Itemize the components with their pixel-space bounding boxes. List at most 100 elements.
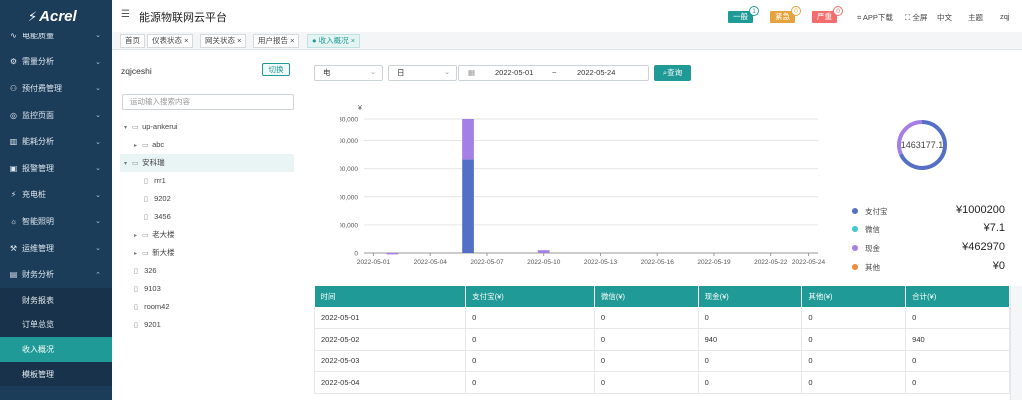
sidebar-subitem-finance-report[interactable]: 财务报表 [0, 287, 112, 313]
column-header: 支付宝(¥) [465, 286, 595, 307]
sidebar-item-charging[interactable]: ⚡ 充电桩 ⌄ [0, 182, 112, 209]
system-title: 能源物联网云平台 [139, 12, 227, 24]
close-icon[interactable]: × [184, 36, 188, 45]
period-select[interactable]: 日 ⌄ [388, 65, 457, 81]
chevron-down-icon[interactable]: ▾ [124, 155, 132, 173]
menu-toggle-icon[interactable]: ☰ [121, 9, 130, 20]
y-tick-label: 1,200,000 [340, 138, 358, 145]
alarm-severe-button[interactable]: 严重 0 [812, 6, 843, 23]
tree-node[interactable]: ▯ 9201 [134, 316, 161, 334]
sidebar-item-demand[interactable]: ⚙ 需量分析 ⌄ [0, 49, 112, 76]
sidebar-subitem-template[interactable]: 模板管理 [0, 361, 112, 387]
app-download-link[interactable]: ⌗ APP下载 [857, 12, 893, 23]
qrcode-icon: ⌗ [857, 13, 862, 22]
start-date-input[interactable]: 2022-05-01 [495, 66, 533, 80]
tab-gateway-status[interactable]: 网关状态 × [200, 34, 247, 48]
sidebar-item-energy[interactable]: ▥ 能耗分析 ⌄ [0, 128, 112, 155]
tree-node[interactable]: ▯ 9202 [144, 190, 171, 208]
tree-node-selected[interactable]: ▾ ▭ 安科瑞 [120, 154, 294, 172]
table-cell: 0 [465, 350, 595, 372]
tree-node[interactable]: ▸ ▭ 新大楼 [134, 244, 175, 262]
tab-income-overview[interactable]: ● 收入概况 × [307, 34, 361, 48]
alarm-normal-count: 1 [749, 6, 759, 16]
switch-button[interactable]: 切换 [262, 63, 290, 76]
tree-node[interactable]: ▾ ▭ up-ankerui [124, 118, 178, 136]
fullscreen-label: 全屏 [912, 13, 928, 22]
tab-label: 网关状态 [205, 36, 235, 45]
sidebar-item-finance[interactable]: ▤ 财务分析 ⌃ [0, 261, 112, 288]
sidebar-subitem-income-overview[interactable]: 收入概况 [0, 337, 112, 362]
bar-segment[interactable] [386, 252, 399, 255]
fullscreen-button[interactable]: ⛶ 全屏 [905, 12, 927, 23]
sidebar-item-lighting[interactable]: ☼ 智能照明 ⌄ [0, 208, 112, 235]
tree-search-input[interactable]: 运动输入搜索内容 [122, 94, 294, 110]
sidebar-menu: ∿ 电能质量 ⌄ ⚙ 需量分析 ⌄ ⚇ 预付费管理 ⌄ ◎ 监控页面 ⌄ ▥ 能耗分析 ⌄ ▣ 报警管… [0, 22, 112, 387]
alarm-normal-button[interactable]: 一般 1 [728, 6, 759, 23]
tab-user-report[interactable]: 用户报告 × [253, 34, 300, 48]
table-row: 2022-05-02 0 0 940 0 940 [313, 328, 1010, 351]
tree-node[interactable]: ▯ 326 [134, 262, 157, 280]
tree-node[interactable]: ▯ room42 [134, 298, 170, 316]
energy-type-select[interactable]: 电 ⌄ [314, 65, 383, 81]
table-scrollbar[interactable] [1010, 286, 1022, 400]
table-cell: 0 [698, 350, 803, 372]
alarm-urgent-count: 0 [791, 6, 801, 16]
table-cell: 2022-05-02 [313, 328, 467, 351]
sidebar-item-alarm[interactable]: ▣ 报警管理 ⌄ [0, 155, 112, 182]
bar-segment[interactable] [462, 119, 474, 160]
tree-node[interactable]: ▯ rrr1 [144, 172, 166, 190]
tree-node-label: 326 [144, 266, 157, 275]
chevron-right-icon[interactable]: ▸ [134, 137, 142, 155]
sidebar-item-monitor[interactable]: ◎ 监控页面 ⌄ [0, 102, 112, 129]
tree-node[interactable]: ▯ 3456 [144, 208, 171, 226]
alarm-urgent-button[interactable]: 紧急 0 [770, 6, 801, 23]
end-date-input[interactable]: 2022-05-24 [577, 66, 615, 80]
legend-value: ¥462970 [962, 241, 1005, 253]
tab-meter-status[interactable]: 仪表状态 × [147, 34, 194, 48]
table-cell: 2022-05-04 [313, 371, 467, 394]
sidebar-item-label: 充电桩 [22, 190, 46, 200]
meter-icon: ▯ [144, 196, 148, 203]
bar-segment[interactable] [462, 159, 474, 253]
x-tick-label: 2022-05-16 [641, 259, 675, 266]
column-header: 其他(¥) [801, 286, 907, 307]
x-tick-label: 2022-05-04 [414, 259, 448, 266]
user-menu[interactable]: zqj [1000, 12, 1010, 21]
table-cell: 0 [801, 328, 907, 351]
sidebar-subitem-order-overview[interactable]: 订单总览 [0, 312, 112, 338]
tool-icon: ⚒ [9, 243, 18, 253]
chevron-down-icon: ⌄ [95, 112, 101, 120]
date-range-picker[interactable]: ▦ 2022-05-01 ~ 2022-05-24 [458, 65, 649, 81]
app-root: ∿ 电能质量 ⌄ ⚙ 需量分析 ⌄ ⚇ 预付费管理 ⌄ ◎ 监控页面 ⌄ ▥ 能耗分析 ⌄ ▣ 报警管… [0, 0, 1022, 400]
bar-segment[interactable] [537, 250, 550, 253]
date-separator: ~ [552, 68, 557, 77]
tree-node[interactable]: ▸ ▭ abc [134, 136, 164, 154]
table-cell: 0 [465, 307, 595, 329]
tab-bar: 首页 仪表状态 × 网关状态 × 用户报告 × ● 收入概况 × [112, 32, 1022, 50]
theme-button[interactable]: 主题 [968, 12, 983, 23]
column-header: 现金(¥) [698, 286, 803, 307]
tab-home[interactable]: 首页 [120, 34, 145, 48]
meter-icon: ▯ [144, 178, 148, 185]
tree-node[interactable]: ▯ 9103 [134, 280, 161, 298]
y-axis-unit: ¥ [358, 105, 362, 112]
chevron-right-icon[interactable]: ▸ [134, 245, 142, 263]
charge-icon: ⚡ [10, 190, 17, 200]
table-cell: 0 [465, 371, 595, 394]
monitor-icon: ◎ [10, 110, 17, 120]
query-button[interactable]: ⌕查询 [654, 65, 691, 81]
chevron-right-icon[interactable]: ▸ [134, 227, 142, 245]
table-cell: 0 [465, 328, 595, 351]
sidebar-item-prepaid[interactable]: ⚇ 预付费管理 ⌄ [0, 75, 112, 102]
sidebar-item-maintenance[interactable]: ⚒ 运维管理 ⌄ [0, 235, 112, 262]
language-select[interactable]: 中文 [937, 12, 952, 23]
chevron-down-icon[interactable]: ▾ [124, 119, 132, 137]
tree-panel: zqjceshi 切换 运动输入搜索内容 ▾ ▭ up-ankerui ▸ ▭ ab… [112, 52, 302, 400]
close-icon[interactable]: × [351, 36, 355, 45]
close-icon[interactable]: × [290, 36, 294, 45]
tree-node-label: up-ankerui [142, 122, 178, 131]
close-icon[interactable]: × [237, 36, 241, 45]
tree-node[interactable]: ▸ ▭ 老大楼 [134, 226, 175, 244]
meter-icon: ▯ [134, 286, 138, 293]
alarm-severe-count: 0 [833, 6, 843, 16]
